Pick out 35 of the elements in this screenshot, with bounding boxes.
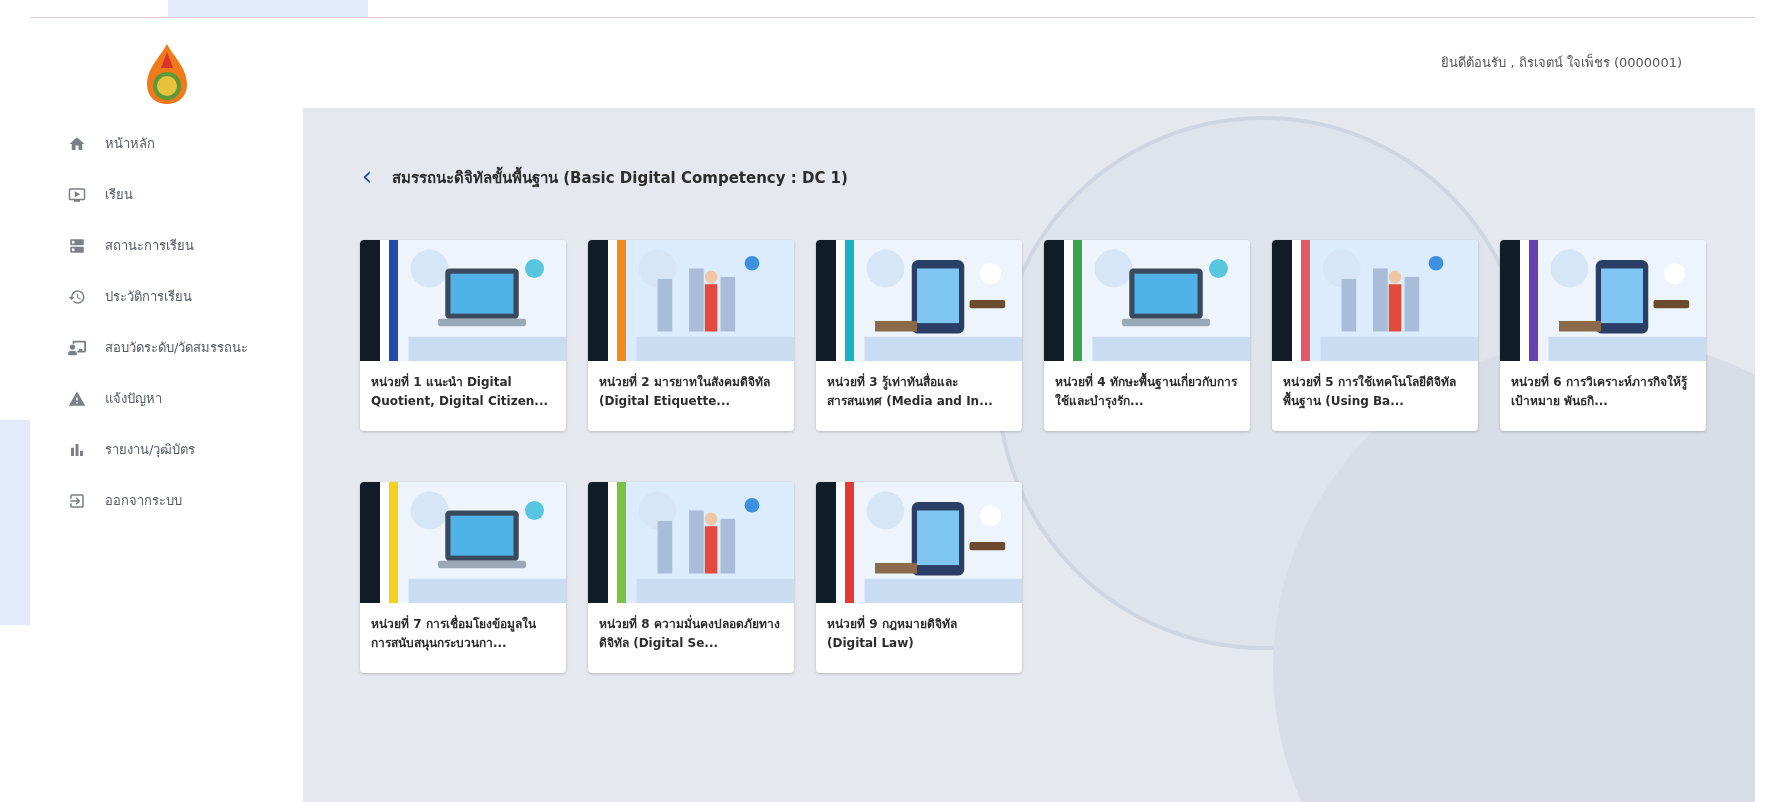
sidebar-item[interactable]: แจ้งปัญหา	[68, 373, 303, 424]
course-card[interactable]: หน่วยที่ 2 มารยาทในสังคมดิจิทัล (Digital Etiquette...	[588, 240, 794, 431]
course-card[interactable]: หน่วยที่ 7 การเชื่อมโยงข้อมูลในการสนับสนุนกระบวนกา...	[360, 482, 566, 673]
sidebar-item[interactable]: ออกจากระบบ	[68, 475, 303, 526]
sidebar-item[interactable]: ประวัติการเรียน	[68, 271, 303, 322]
history-icon	[68, 287, 86, 306]
course-card[interactable]: หน่วยที่ 8 ความมั่นคงปลอดภัยทางดิจิทัล (Digital Se...	[588, 482, 794, 673]
page-title: สมรรถนะดิจิทัลขั้นพื้นฐาน (Basic Digital Competency : DC 1)	[392, 166, 848, 190]
course-title: หน่วยที่ 3 รู้เท่าทันสื่อและสารสนเทศ (Media and In...	[827, 373, 994, 410]
course-title: หน่วยที่ 2 มารยาทในสังคมดิจิทัล (Digital Etiquette...	[599, 373, 771, 410]
teacher-board-icon	[68, 338, 86, 357]
logout-icon	[68, 491, 86, 510]
course-card[interactable]: หน่วยที่ 1 แนะนำ Digital Quotient, Digital Citizen...	[360, 240, 566, 431]
course-title: หน่วยที่ 9 กฎหมายดิจิทัล (Digital Law)	[827, 615, 958, 652]
sidebar-item[interactable]: สถานะการเรียน	[68, 220, 303, 271]
server-icon	[68, 236, 86, 255]
course-card[interactable]: หน่วยที่ 5 การใช้เทคโนโลยีดิจิทัลพื้นฐาน (Using Ba...	[1272, 240, 1478, 431]
course-title: หน่วยที่ 8 ความมั่นคงปลอดภัยทางดิจิทัล (Digital Se...	[599, 615, 781, 652]
welcome-text: ยินดีต้อนรับ , ถิรเจตน์ ใจเพ็ชร (0000001)	[1441, 53, 1682, 73]
video-icon	[68, 185, 86, 204]
course-card[interactable]: หน่วยที่ 6 การวิเคราะห์ภารกิจให้รู้เป้าหมาย พันธกิ...	[1500, 240, 1706, 431]
sidebar-item[interactable]: รายงาน/วุฒิบัตร	[68, 424, 303, 475]
sidebar-item[interactable]: เรียน	[68, 169, 303, 220]
course-card[interactable]: หน่วยที่ 4 ทักษะพื้นฐานเกี่ยวกับการใช้และบำรุงรัก...	[1044, 240, 1250, 431]
back-button[interactable]: ‹	[360, 163, 374, 189]
warning-icon	[68, 389, 86, 408]
course-title: หน่วยที่ 5 การใช้เทคโนโลยีดิจิทัลพื้นฐาน (Using Ba...	[1283, 373, 1457, 411]
course-title: หน่วยที่ 4 ทักษะพื้นฐานเกี่ยวกับการใช้และบำรุงรัก...	[1055, 373, 1239, 411]
sidebar-item[interactable]: สอบวัดระดับ/วัดสมรรถนะ	[68, 322, 303, 373]
sidebar-item[interactable]: หน้าหลัก	[68, 118, 303, 169]
course-title: หน่วยที่ 6 การวิเคราะห์ภารกิจให้รู้เป้าหมาย พันธกิ...	[1511, 373, 1689, 410]
course-title: หน่วยที่ 1 แนะนำ Digital Quotient, Digital Citizen...	[371, 373, 549, 410]
course-title: หน่วยที่ 7 การเชื่อมโยงข้อมูลในการสนับสนุนกระบวนกา...	[371, 615, 537, 653]
course-card[interactable]: หน่วยที่ 3 รู้เท่าทันสื่อและสารสนเทศ (Media and In...	[816, 240, 1022, 431]
course-card[interactable]: หน่วยที่ 9 กฎหมายดิจิทัล (Digital Law)	[816, 482, 1022, 673]
